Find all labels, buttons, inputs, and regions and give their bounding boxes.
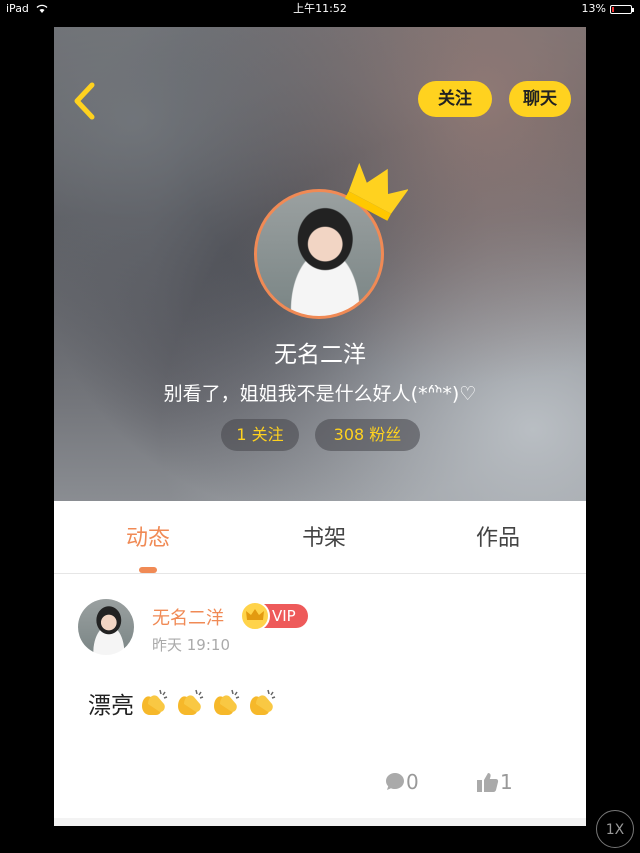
- profile-page: 关注 聊天 无名二洋 别看了，姐姐我不是什么好人(*ᐢ́ᐢ̀*)♡ 1 关注 3…: [54, 27, 586, 826]
- status-time: 上午11:52: [293, 2, 347, 15]
- following-count[interactable]: 1 关注: [221, 419, 299, 451]
- battery-level: [612, 6, 615, 12]
- like-button[interactable]: 1: [476, 770, 513, 794]
- comment-count: 0: [406, 770, 419, 794]
- tab-works[interactable]: 作品: [438, 501, 558, 573]
- post-content: 漂亮: [88, 686, 278, 720]
- thumbs-up-icon: [477, 773, 499, 792]
- post-author-name[interactable]: 无名二洋: [152, 604, 224, 630]
- profile-tabs: 动态 书架 作品: [54, 501, 586, 574]
- vip-crown-icon: [240, 601, 270, 631]
- tab-bookshelf[interactable]: 书架: [264, 501, 384, 573]
- vip-label: VIP: [272, 607, 296, 625]
- comment-button[interactable]: 0: [384, 770, 419, 794]
- comment-icon: [386, 773, 404, 790]
- tab-feed[interactable]: 动态: [88, 501, 208, 573]
- feed-post[interactable]: 无名二洋 VIP 昨天 19:10 漂亮 0 1: [54, 574, 586, 818]
- status-bar: iPad 上午11:52 13%: [0, 0, 640, 18]
- crown-icon: [344, 162, 408, 221]
- profile-nickname: 无名二洋: [274, 342, 366, 368]
- fans-count[interactable]: 308 粉丝: [315, 419, 420, 451]
- battery-icon: [610, 4, 634, 14]
- clapping-hands-icon: [214, 689, 240, 715]
- battery-percent: 13%: [581, 2, 606, 15]
- status-battery: 13%: [581, 0, 634, 18]
- playback-speed-badge[interactable]: 1X: [596, 810, 634, 848]
- active-tab-indicator: [139, 567, 157, 573]
- vip-badge: VIP: [240, 601, 308, 631]
- chat-button[interactable]: 聊天: [509, 81, 571, 117]
- clapping-hands-icon: [142, 689, 168, 715]
- clapping-hands-icon: [250, 689, 276, 715]
- clapping-hands-icon: [178, 689, 204, 715]
- back-icon[interactable]: [72, 81, 96, 121]
- profile-bio: 别看了，姐姐我不是什么好人(*ᐢ́ᐢ̀*)♡: [163, 383, 477, 405]
- profile-header: 关注 聊天 无名二洋 别看了，姐姐我不是什么好人(*ᐢ́ᐢ̀*)♡ 1 关注 3…: [54, 27, 586, 501]
- post-author-avatar[interactable]: [78, 599, 134, 655]
- post-text: 漂亮: [88, 693, 134, 719]
- follow-button[interactable]: 关注: [418, 81, 492, 117]
- post-time: 昨天 19:10: [152, 636, 230, 654]
- like-count: 1: [500, 770, 513, 794]
